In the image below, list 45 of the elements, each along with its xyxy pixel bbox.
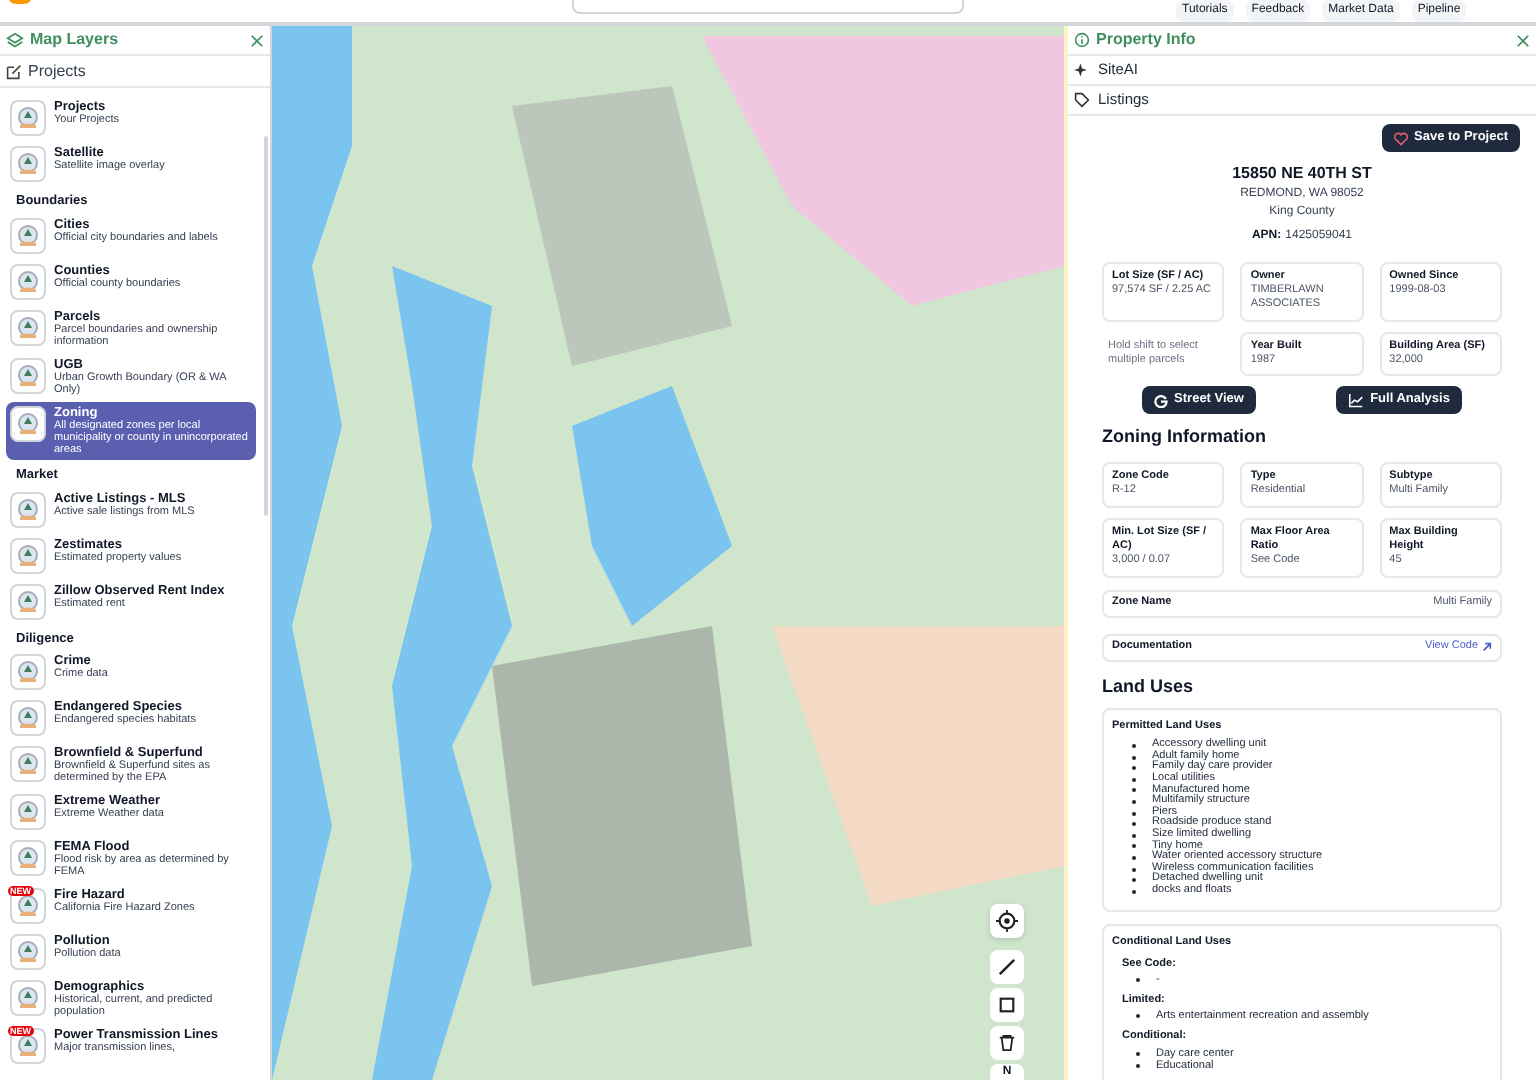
info-icon [1074, 32, 1090, 48]
edit-icon [6, 63, 22, 79]
globe-icon [16, 1034, 40, 1059]
layers-icon [6, 31, 24, 49]
chart-icon [1348, 393, 1365, 407]
globe-icon [16, 589, 40, 613]
square-icon [998, 996, 1016, 1014]
delete-button[interactable] [990, 1026, 1024, 1060]
globe-icon [16, 315, 40, 340]
globe-icon [16, 543, 40, 567]
panel-title: Property Info [1096, 28, 1198, 52]
globe-icon [16, 152, 40, 176]
polygon-button[interactable] [990, 988, 1024, 1022]
crosshair-icon [996, 910, 1018, 932]
address-title: 15850 NE 40TH ST [1232, 162, 1372, 186]
external-link-icon [1482, 642, 1492, 652]
measure-button[interactable] [990, 950, 1024, 984]
globe-icon [16, 894, 40, 919]
globe-icon [16, 800, 40, 825]
globe-icon [16, 752, 40, 777]
heart-icon [1394, 131, 1409, 145]
close-icon[interactable] [1516, 33, 1530, 47]
locate-button[interactable] [990, 904, 1024, 938]
panel-title: Map Layers [30, 28, 121, 52]
globe-icon [16, 706, 40, 731]
trash-icon [998, 1034, 1016, 1052]
globe-icon [16, 986, 40, 1011]
globe-icon [16, 363, 40, 388]
g-icon [1154, 393, 1169, 407]
tag-icon [1074, 92, 1090, 108]
globe-icon [16, 106, 40, 130]
projects-link[interactable]: Projects [0, 56, 270, 88]
globe-icon [16, 411, 40, 436]
close-icon[interactable] [250, 33, 264, 47]
sparkle-icon [1074, 62, 1090, 78]
scrollbar[interactable] [264, 136, 268, 516]
section-heading: Zoning Information [1102, 424, 1268, 450]
globe-icon [16, 223, 40, 248]
section-heading: Land Uses [1102, 673, 1196, 699]
globe-icon [16, 846, 40, 871]
globe-icon [16, 940, 40, 965]
globe-icon [16, 497, 40, 521]
globe-icon [16, 269, 40, 294]
line-icon [998, 958, 1016, 976]
globe-icon [16, 660, 40, 685]
